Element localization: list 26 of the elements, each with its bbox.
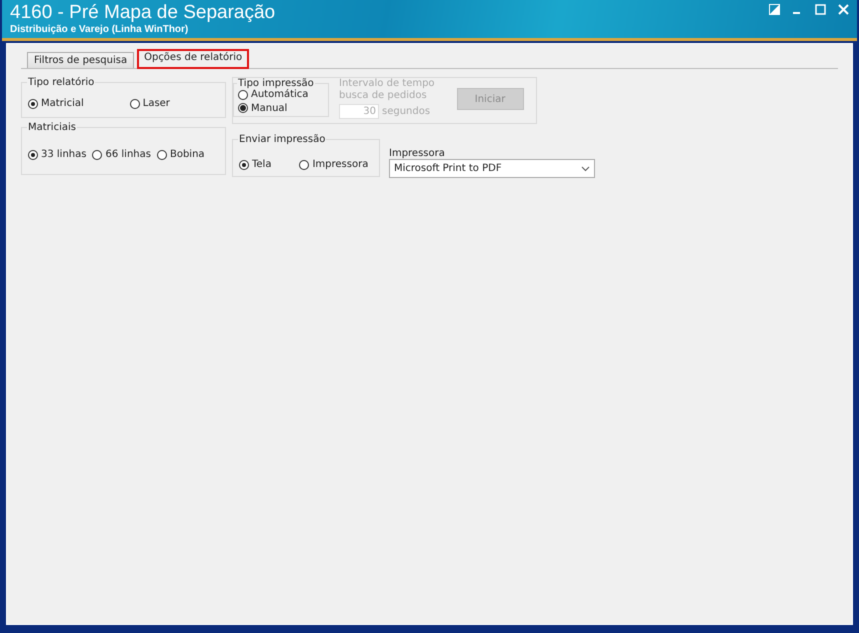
window-title: 4160 - Pré Mapa de Separação: [10, 2, 276, 24]
radio-option[interactable]: Matricial: [28, 98, 84, 109]
maximize-icon[interactable]: [815, 4, 826, 15]
close-icon[interactable]: [838, 4, 849, 15]
window-subtitle: Distribuição e Varejo (Linha WinThor): [10, 24, 190, 35]
group-title: Tipo impressão: [237, 78, 315, 89]
radio-option[interactable]: 66 linhas: [92, 149, 151, 160]
tab[interactable]: Opções de relatório: [137, 49, 250, 69]
group-title: Enviar impressão: [238, 134, 326, 145]
group-title: Matriciais: [27, 122, 77, 133]
group-title: Tipo relatório: [27, 77, 96, 88]
interval-label: Intervalo de tempo: [339, 78, 435, 90]
interval-label: busca de pedidos: [339, 90, 428, 102]
unit-label: segundos: [382, 106, 430, 118]
radio-option[interactable]: Tela: [239, 159, 272, 170]
radio-option[interactable]: Manual: [238, 102, 288, 114]
radio-option[interactable]: Automática: [238, 89, 308, 100]
chevron-down-icon: [581, 166, 590, 172]
printer-label: Impressora: [389, 148, 446, 159]
radio-option[interactable]: Impressora: [299, 159, 368, 170]
printer-dropdown[interactable]: Microsoft Print to PDF: [389, 159, 595, 178]
radio-option[interactable]: Laser: [130, 98, 170, 109]
radio-option[interactable]: Bobina: [156, 149, 205, 160]
radio-option[interactable]: 33 linhas: [28, 149, 86, 160]
restore-icon[interactable]: [769, 4, 780, 15]
tab[interactable]: Filtros de pesquisa: [27, 52, 134, 68]
